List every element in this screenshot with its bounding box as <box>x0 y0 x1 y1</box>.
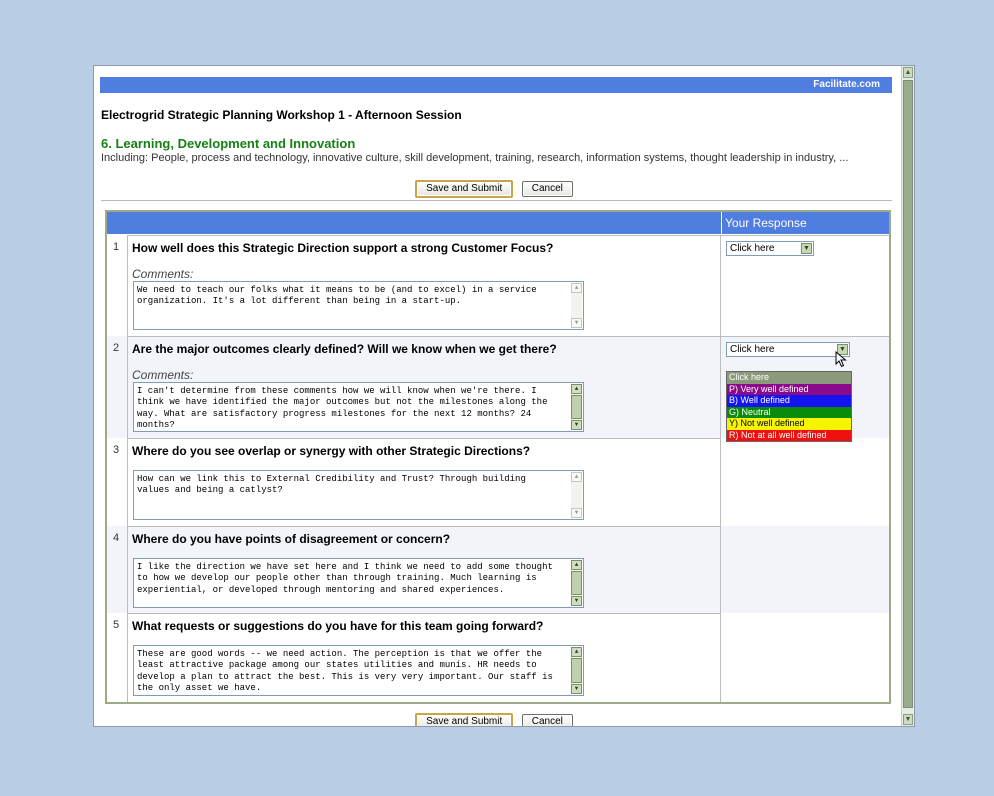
question-row-3: 3 Where do you see overlap or synergy wi… <box>107 438 889 526</box>
question-row-5: 5 What requests or suggestions do you ha… <box>107 613 889 702</box>
bottom-button-row: Save and Submit Cancel <box>94 711 894 726</box>
response-cell <box>720 613 889 702</box>
cancel-button[interactable]: Cancel <box>521 714 573 726</box>
comment-text: I like the direction we have set here an… <box>137 562 553 595</box>
brand-label: Facilitate.com <box>813 79 880 90</box>
comment-textarea[interactable]: How can we link this to External Credibi… <box>133 470 584 520</box>
question-text: Where do you see overlap or synergy with… <box>132 444 531 458</box>
comment-textarea[interactable]: These are good words -- we need action. … <box>133 645 584 696</box>
scroll-up-icon[interactable]: ▲ <box>903 67 913 78</box>
scroll-down-icon[interactable]: ▼ <box>903 714 913 725</box>
your-response-header: Your Response <box>721 212 889 234</box>
response-cell: Click here ▼ Click here P) Very well defi… <box>720 336 889 442</box>
questions-grid: Your Response 1 How well does this Strat… <box>105 210 891 704</box>
textarea-scrollbar[interactable]: ▲ ▼ <box>571 283 582 328</box>
question-cell: Are the major outcomes clearly defined? … <box>127 336 720 438</box>
comment-textarea[interactable]: We need to teach our folks what it means… <box>133 281 584 330</box>
divider <box>101 200 892 201</box>
dropdown-option[interactable]: G) Neutral <box>727 406 851 418</box>
save-submit-button[interactable]: Save and Submit <box>415 713 514 726</box>
question-row-2: 2 Are the major outcomes clearly defined… <box>107 336 889 442</box>
question-text: How well does this Strategic Direction s… <box>132 241 554 255</box>
question-number: 3 <box>113 444 120 456</box>
scroll-thumb[interactable] <box>903 80 913 708</box>
dropdown-option[interactable]: P) Very well defined <box>727 383 851 395</box>
scroll-up-icon[interactable]: ▲ <box>571 472 582 482</box>
dropdown-option[interactable]: Y) Not well defined <box>727 418 851 430</box>
question-number: 2 <box>113 342 120 354</box>
scroll-up-icon[interactable]: ▲ <box>571 560 582 570</box>
save-submit-button[interactable]: Save and Submit <box>415 180 514 198</box>
page-scrollbar[interactable]: ▲ ▼ <box>901 66 914 726</box>
cancel-button[interactable]: Cancel <box>521 181 573 197</box>
question-cell: What requests or suggestions do you have… <box>127 613 720 702</box>
comment-text: I can't determine from these comments ho… <box>137 386 548 430</box>
textarea-scrollbar[interactable]: ▲ ▼ <box>571 647 582 694</box>
question-cell: How well does this Strategic Direction s… <box>127 235 720 336</box>
scroll-down-icon[interactable]: ▼ <box>571 596 582 606</box>
chevron-down-icon[interactable]: ▼ <box>801 243 812 254</box>
mouse-cursor-icon <box>835 351 847 368</box>
question-text: Where do you have points of disagreement… <box>132 532 451 546</box>
scroll-thumb[interactable] <box>571 571 582 595</box>
header-bar: Facilitate.com <box>100 77 892 93</box>
comment-text: We need to teach our folks what it means… <box>137 285 537 307</box>
dropdown-option[interactable]: Click here <box>727 372 851 384</box>
textarea-scrollbar[interactable]: ▲ ▼ <box>571 384 582 430</box>
scroll-down-icon[interactable]: ▼ <box>571 318 582 328</box>
section-description: Including: People, process and technolog… <box>101 152 849 164</box>
response-cell <box>720 438 889 526</box>
question-number: 1 <box>113 241 120 253</box>
scroll-thumb[interactable] <box>571 395 582 419</box>
textarea-scrollbar[interactable]: ▲ ▼ <box>571 472 582 518</box>
question-number: 4 <box>113 532 120 544</box>
select-value: Click here <box>730 344 775 355</box>
question-text: What requests or suggestions do you have… <box>132 619 544 633</box>
question-text: Are the major outcomes clearly defined? … <box>132 342 557 356</box>
response-select[interactable]: Click here ▼ <box>726 241 814 256</box>
question-cell: Where do you see overlap or synergy with… <box>127 438 720 526</box>
scroll-up-icon[interactable]: ▲ <box>571 647 582 657</box>
comments-label: Comments: <box>132 267 194 281</box>
response-dropdown-list: Click here P) Very well defined B) Well de… <box>726 371 852 442</box>
scroll-up-icon[interactable]: ▲ <box>571 384 582 394</box>
top-button-row: Save and Submit Cancel <box>94 178 894 198</box>
grid-header: Your Response <box>107 212 889 234</box>
scroll-up-icon[interactable]: ▲ <box>571 283 582 293</box>
dropdown-option[interactable]: B) Well defined <box>727 395 851 407</box>
comment-text: How can we link this to External Credibi… <box>137 474 526 496</box>
response-select[interactable]: Click here ▼ <box>726 342 850 357</box>
question-cell: Where do you have points of disagreement… <box>127 526 720 613</box>
comment-text: These are good words -- we need action. … <box>137 649 553 693</box>
scroll-down-icon[interactable]: ▼ <box>571 508 582 518</box>
textarea-scrollbar[interactable]: ▲ ▼ <box>571 560 582 606</box>
scroll-down-icon[interactable]: ▼ <box>571 420 582 430</box>
session-title: Electrogrid Strategic Planning Workshop … <box>101 108 462 122</box>
comment-textarea[interactable]: I like the direction we have set here an… <box>133 558 584 608</box>
question-number: 5 <box>113 619 120 631</box>
select-value: Click here <box>730 243 775 254</box>
response-cell: Click here ▼ <box>720 235 889 336</box>
comments-label: Comments: <box>132 368 194 382</box>
question-row-4: 4 Where do you have points of disagreeme… <box>107 526 889 613</box>
response-cell <box>720 526 889 613</box>
question-row-1: 1 How well does this Strategic Direction… <box>107 235 889 336</box>
comment-textarea[interactable]: I can't determine from these comments ho… <box>133 382 584 432</box>
scroll-thumb[interactable] <box>571 658 582 683</box>
browser-window: Facilitate.com Electrogrid Strategic Pla… <box>93 65 915 727</box>
scroll-down-icon[interactable]: ▼ <box>571 684 582 694</box>
section-title: 6. Learning, Development and Innovation <box>101 136 356 151</box>
